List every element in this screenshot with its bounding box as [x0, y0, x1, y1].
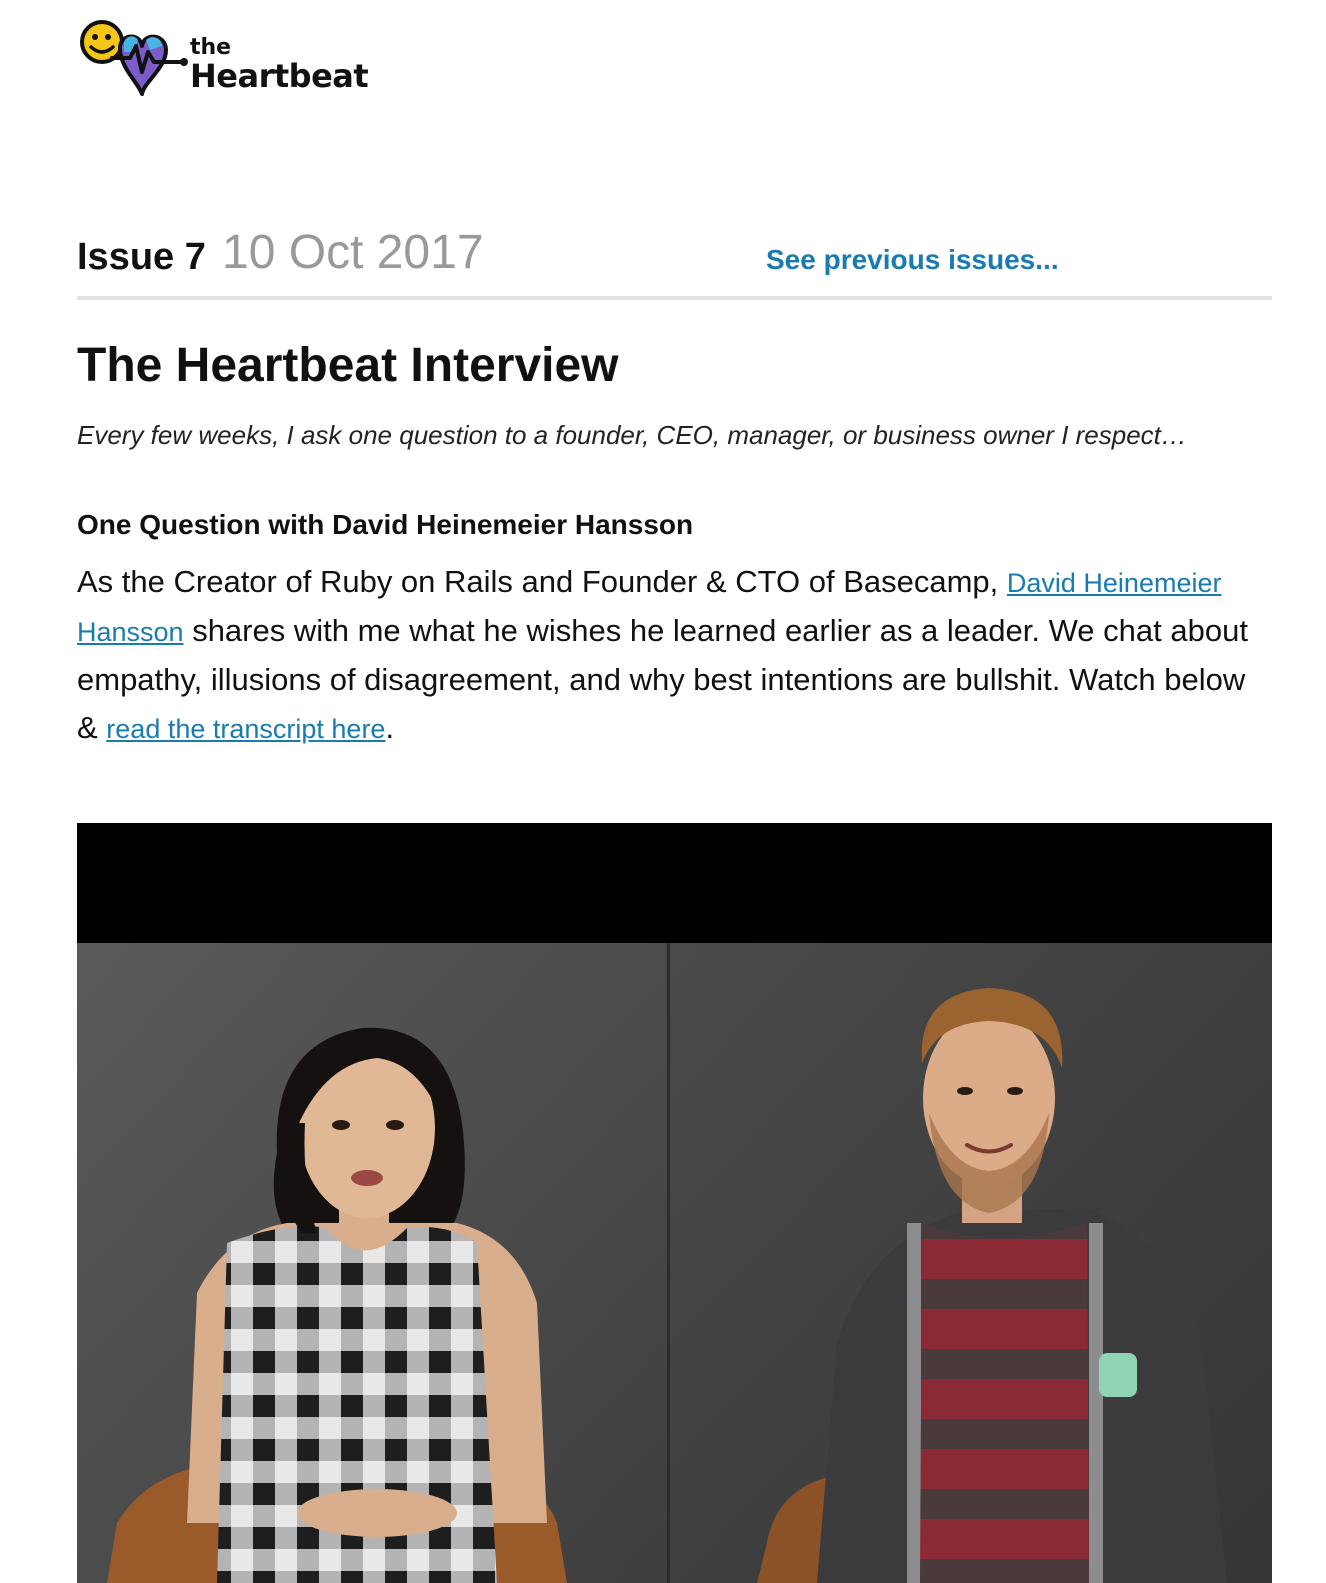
- article-subtitle: One Question with David Heinemeier Hanss…: [77, 509, 694, 540]
- header-divider: [77, 296, 1272, 300]
- section-title: The Heartbeat Interview: [77, 339, 619, 392]
- article-body: As the Creator of Ruby on Rails and Foun…: [77, 558, 1272, 753]
- logo-name-text: Heartbeat: [190, 57, 369, 95]
- issue-number: Issue 7: [77, 236, 206, 278]
- previous-issues-link[interactable]: See previous issues...: [766, 242, 1059, 278]
- video-thumbnail[interactable]: [77, 823, 1272, 1583]
- issue-header: Issue 7 10 Oct 2017 See previous issues.…: [77, 226, 1272, 288]
- heartbeat-logo-icon: [80, 20, 188, 96]
- transcript-link[interactable]: read the transcript here: [106, 714, 385, 744]
- video-frame-image: [77, 823, 1272, 1583]
- heartbeat-logo[interactable]: the Heartbeat: [76, 12, 386, 102]
- article-text-1: As the Creator of Ruby on Rails and Foun…: [77, 564, 1007, 599]
- issue-date: 10 Oct 2017: [222, 226, 484, 279]
- article-text-3: .: [385, 710, 395, 745]
- section-intro: Every few weeks, I ask one question to a…: [77, 420, 1187, 450]
